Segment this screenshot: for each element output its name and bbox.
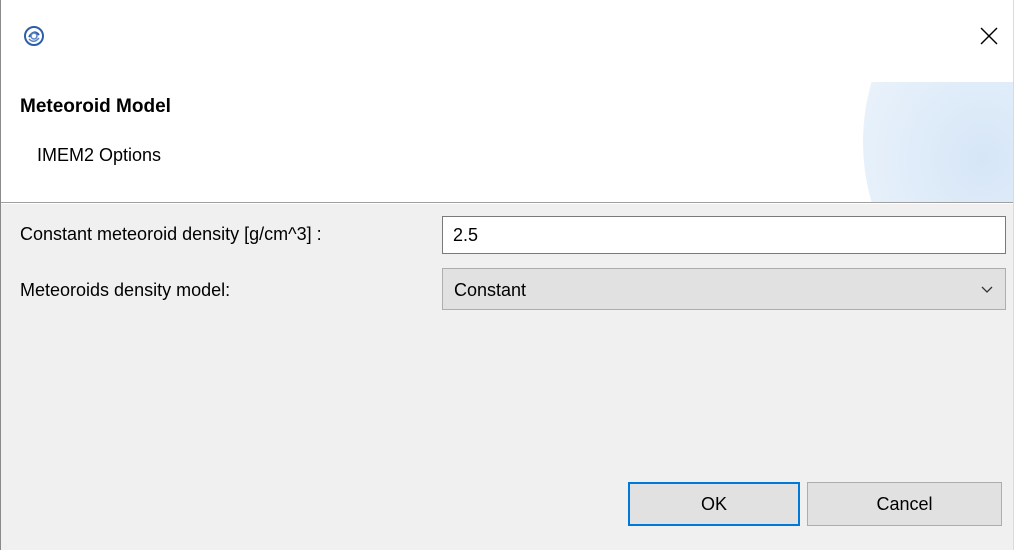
density-input[interactable] (442, 216, 1006, 254)
app-icon (23, 25, 45, 47)
close-icon (979, 26, 999, 51)
density-model-selected-value: Constant (454, 280, 527, 300)
ok-button[interactable]: OK (628, 482, 800, 526)
dialog-window: Meteoroid Model IMEM2 Options Constant m… (0, 0, 1014, 550)
chevron-down-icon (979, 282, 995, 298)
dialog-title: Meteoroid Model (20, 96, 171, 117)
title-bar (1, 0, 1013, 82)
dialog-subtitle: IMEM2 Options (37, 145, 162, 165)
close-button[interactable] (965, 18, 1013, 58)
header-decoration-arc (863, 82, 1013, 202)
density-model-select[interactable]: Constant (442, 268, 1006, 310)
header-separator-highlight (1, 203, 1013, 204)
density-label: Constant meteoroid density [g/cm^3] : (20, 224, 322, 244)
density-model-label: Meteoroids density model: (20, 280, 231, 300)
cancel-button[interactable]: Cancel (807, 482, 1002, 526)
